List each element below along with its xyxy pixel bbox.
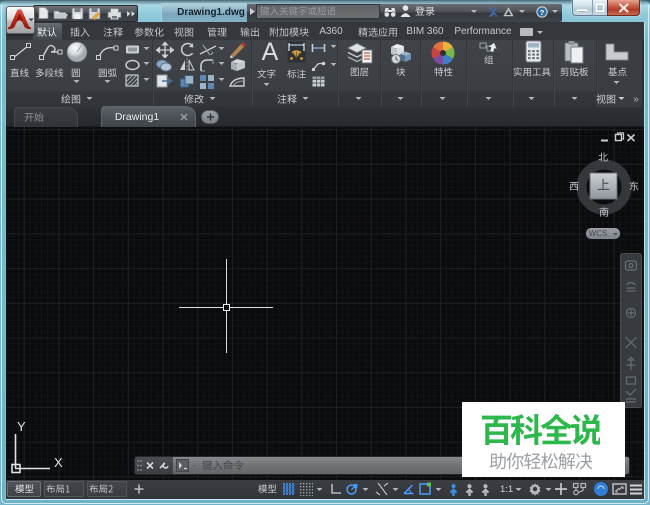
- svg-text:X: X: [54, 455, 63, 470]
- svg-text:?: ?: [540, 8, 545, 17]
- svg-text:Y: Y: [17, 419, 26, 434]
